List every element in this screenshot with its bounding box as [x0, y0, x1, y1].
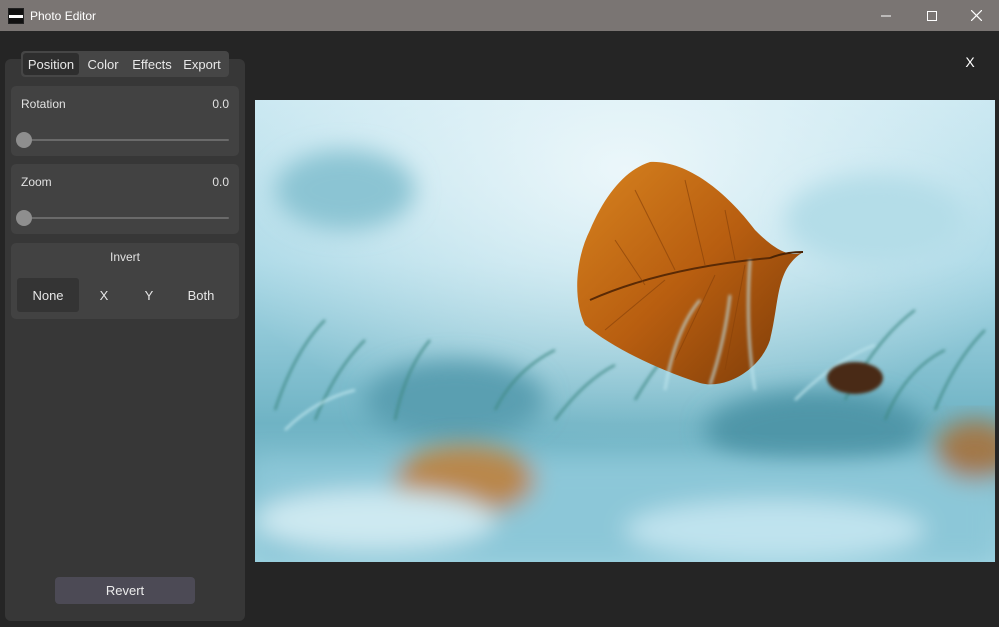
zoom-card: Zoom 0.0	[11, 164, 239, 234]
close-editor-button[interactable]: X	[960, 52, 980, 72]
tab-bar: Position Color Effects Export	[21, 51, 229, 77]
minimize-button[interactable]	[863, 0, 909, 31]
invert-option-y[interactable]: Y	[129, 278, 169, 312]
revert-button[interactable]: Revert	[55, 577, 195, 604]
rotation-slider-track[interactable]	[23, 139, 229, 141]
photo-image	[255, 100, 995, 562]
invert-option-none[interactable]: None	[17, 278, 79, 312]
minimize-icon	[881, 15, 891, 16]
tab-effects[interactable]: Effects	[127, 53, 177, 75]
zoom-value: 0.0	[212, 175, 229, 189]
close-window-button[interactable]	[953, 0, 999, 31]
maximize-icon	[927, 10, 937, 21]
maximize-button[interactable]	[909, 0, 955, 31]
zoom-label: Zoom	[21, 175, 52, 189]
app-icon	[8, 7, 24, 24]
tab-position[interactable]: Position	[23, 53, 79, 75]
invert-options: None X Y Both	[17, 278, 233, 312]
invert-option-x[interactable]: X	[79, 278, 129, 312]
photo-canvas	[255, 100, 995, 562]
invert-option-both[interactable]: Both	[169, 278, 233, 312]
invert-card: Invert None X Y Both	[11, 243, 239, 319]
close-icon	[970, 10, 982, 21]
invert-title: Invert	[109, 250, 140, 264]
zoom-slider-track[interactable]	[23, 217, 229, 219]
rotation-value: 0.0	[212, 97, 229, 111]
rotation-card: Rotation 0.0	[11, 86, 239, 156]
tab-export[interactable]: Export	[177, 53, 227, 75]
rotation-label: Rotation	[21, 97, 66, 111]
tab-color[interactable]: Color	[79, 53, 127, 75]
title-bar: Photo Editor	[0, 0, 999, 31]
window-title: Photo Editor	[30, 8, 97, 23]
zoom-slider-thumb[interactable]	[16, 210, 32, 226]
rotation-slider-thumb[interactable]	[16, 132, 32, 148]
